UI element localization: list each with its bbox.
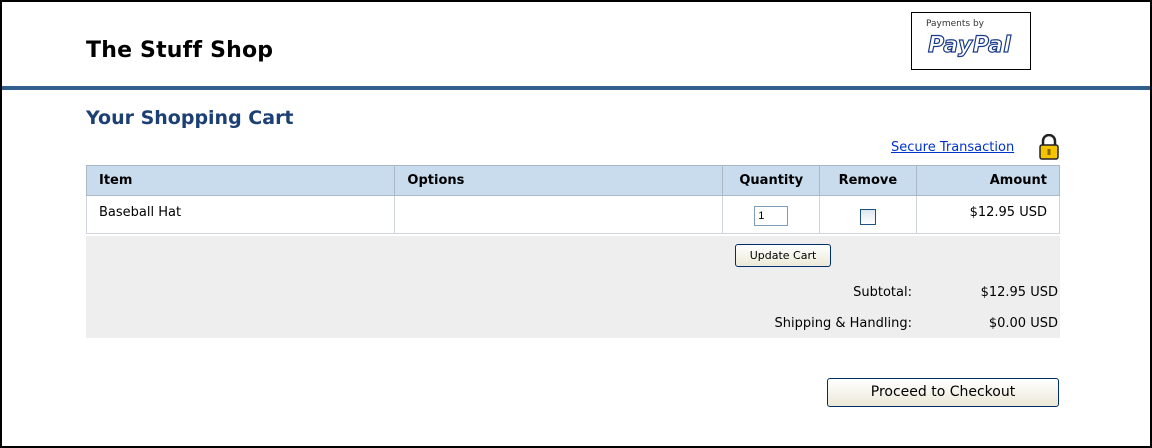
subtotal-value: $12.95 USD [980, 285, 1058, 300]
column-header-options: Options [394, 165, 724, 196]
shipping-label: Shipping & Handling: [774, 316, 912, 331]
cart-table: Item Options Quantity Remove Amount Base… [85, 165, 1061, 234]
secure-transaction-link[interactable]: Secure Transaction [891, 140, 1014, 155]
paypal-badge: Payments by PayPal [911, 12, 1031, 70]
quantity-cell [722, 195, 821, 234]
item-amount: $12.95 USD [915, 195, 1061, 234]
cart-header-row: Item Options Quantity Remove Amount [85, 165, 1061, 196]
table-row: Baseball Hat $12.95 USD [85, 195, 1061, 234]
paypal-logo: PayPal [927, 32, 1012, 58]
quantity-input[interactable] [754, 206, 789, 226]
column-header-remove: Remove [819, 165, 917, 196]
remove-cell [819, 195, 917, 234]
totals-section: Subtotal: $12.95 USD Shipping & Handling… [86, 274, 1060, 338]
update-cart-button[interactable]: Update Cart [735, 244, 831, 267]
paypal-caption: Payments by [926, 19, 984, 29]
item-options [394, 195, 724, 234]
column-header-amount: Amount [915, 165, 1061, 196]
proceed-to-checkout-button[interactable]: Proceed to Checkout [827, 378, 1059, 407]
page-title: Your Shopping Cart [86, 107, 294, 129]
column-header-quantity: Quantity [722, 165, 821, 196]
shop-name: The Stuff Shop [86, 38, 274, 63]
shipping-value: $0.00 USD [988, 316, 1058, 331]
window-frame: The Stuff Shop Payments by PayPal Your S… [0, 0, 1152, 448]
column-header-item: Item [85, 165, 396, 196]
update-cart-row: Update Cart [86, 236, 1060, 275]
padlock-icon [1039, 134, 1059, 160]
subtotal-label: Subtotal: [853, 285, 912, 300]
page-header: The Stuff Shop Payments by PayPal [2, 2, 1150, 90]
remove-checkbox[interactable] [859, 209, 876, 225]
item-name: Baseball Hat [85, 195, 396, 234]
